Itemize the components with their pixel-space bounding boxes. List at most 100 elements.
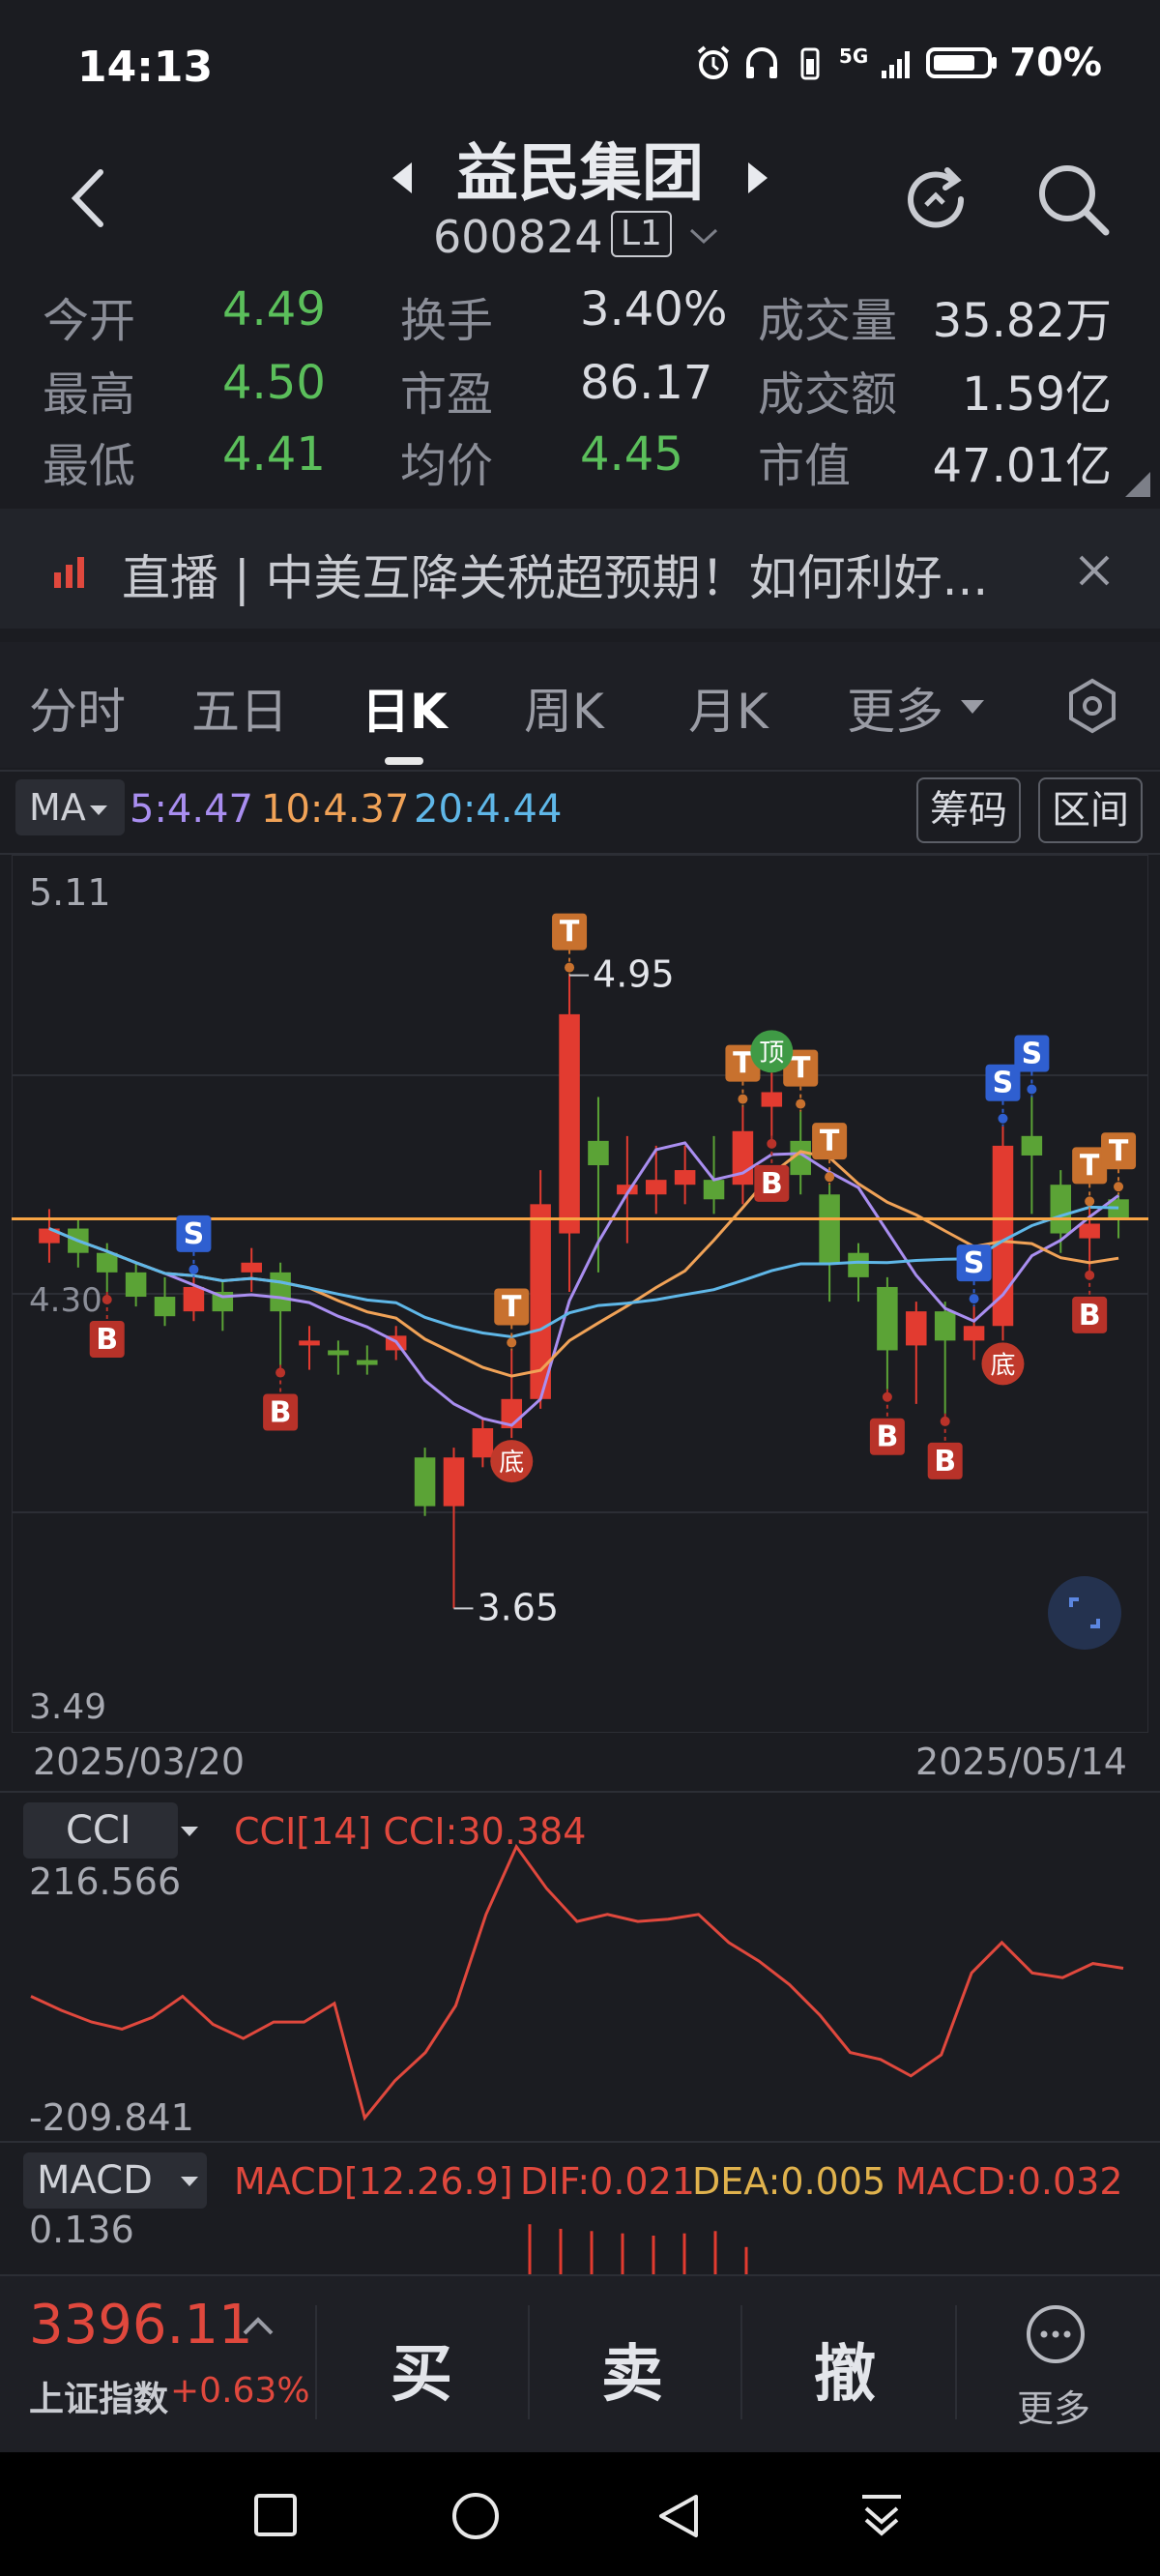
marker-dot [102, 1295, 112, 1304]
candle-body [848, 1252, 869, 1277]
tab-intraday[interactable]: 分时 [29, 673, 126, 743]
buy-button[interactable]: 买 [391, 2325, 452, 2414]
recents-square-icon[interactable] [253, 2493, 298, 2537]
candle-body [183, 1286, 205, 1312]
marker-dot [767, 1138, 777, 1149]
buy-signal-label: B [761, 1167, 783, 1201]
more-label[interactable]: 更多 [1017, 2379, 1090, 2432]
t-signal-label: T [1080, 1149, 1100, 1183]
chevron-up-icon[interactable] [242, 2315, 275, 2336]
range-button[interactable]: 区间 [1038, 777, 1143, 843]
quote-label: 今开 [43, 294, 136, 348]
divider [955, 2305, 957, 2419]
expand-corner-icon[interactable] [1125, 472, 1150, 497]
candle-body [645, 1180, 667, 1195]
candle-body [877, 1286, 898, 1351]
candle-body [154, 1297, 176, 1317]
quote-value: 4.45 [580, 427, 683, 482]
quote-label: 最高 [43, 367, 136, 422]
caret-down-icon[interactable] [959, 698, 986, 716]
close-icon[interactable] [1075, 551, 1114, 590]
marker-dot [1114, 1182, 1124, 1192]
quote-label: 最低 [43, 439, 136, 493]
buy-signal-label: B [934, 1445, 956, 1478]
candle-body [906, 1311, 927, 1346]
back-triangle-icon[interactable] [653, 2491, 704, 2541]
cci-chart [30, 1843, 1124, 2122]
marker-dot [1027, 1084, 1037, 1095]
sell-signal-label: S [993, 1067, 1014, 1100]
candle-body [414, 1457, 436, 1507]
macd-dif: DIF:0.021 [520, 2160, 695, 2203]
t-signal-label: T [502, 1290, 522, 1324]
cancel-order-button[interactable]: 撤 [814, 2325, 876, 2414]
candle-body [1050, 1185, 1072, 1234]
tab-weekly-k[interactable]: 周K [524, 673, 604, 743]
ma10-value: 10:4.37 [261, 787, 410, 832]
tab-five-day[interactable]: 五日 [191, 673, 288, 743]
live-bars-icon [54, 557, 84, 588]
level-badge[interactable]: L1 [611, 211, 672, 257]
status-icons: 5G 70% [694, 41, 1102, 85]
refresh-icon[interactable] [897, 161, 974, 238]
ma20-value: 20:4.44 [414, 787, 563, 832]
tab-monthly-k[interactable]: 月K [688, 673, 768, 743]
chevron-down-icon[interactable] [688, 226, 719, 246]
notification-pull-icon[interactable] [856, 2491, 907, 2541]
divider [528, 2305, 530, 2419]
candle-body [1079, 1223, 1100, 1239]
quote-value: 4.49 [222, 282, 326, 337]
settings-icon[interactable] [1063, 677, 1121, 735]
caret-down-icon[interactable] [89, 805, 108, 816]
candle-body [1021, 1135, 1043, 1156]
marker-dot [188, 1264, 199, 1274]
index-name[interactable]: 上证指数 [29, 2371, 168, 2421]
next-stock-icon[interactable] [744, 159, 771, 197]
more-icon[interactable] [1025, 2303, 1087, 2365]
candle-body [703, 1180, 725, 1200]
macd-value: MACD:0.032 [895, 2160, 1123, 2203]
start-date: 2025/03/20 [33, 1741, 246, 1783]
caret-down-icon[interactable] [180, 2176, 199, 2187]
candle-body [443, 1457, 465, 1507]
candles [39, 975, 1129, 1609]
candle-body [357, 1360, 378, 1365]
search-icon[interactable] [1032, 159, 1114, 240]
candle-body [761, 1092, 783, 1107]
t-signal-label: T [560, 916, 580, 950]
home-circle-icon[interactable] [450, 2491, 501, 2541]
candle-body [963, 1326, 985, 1341]
index-value[interactable]: 3396.11 [29, 2294, 253, 2356]
buy-signal-label: B [270, 1396, 292, 1430]
buy-signal-label: B [96, 1323, 118, 1357]
headphones-icon [745, 47, 777, 78]
news-text[interactable]: 直播 | 中美互降关税超预期！如何利好... [122, 540, 988, 609]
marker-dot [969, 1294, 979, 1304]
marker-dot [1085, 1270, 1095, 1280]
tab-more[interactable]: 更多 [847, 673, 943, 743]
end-date: 2025/05/14 [914, 1741, 1127, 1783]
fullscreen-button[interactable] [1048, 1576, 1121, 1650]
divider [740, 2305, 742, 2419]
candle-body [674, 1170, 696, 1186]
signal-icon [882, 51, 911, 78]
macd-bars [528, 2224, 748, 2274]
sell-button[interactable]: 卖 [601, 2325, 663, 2414]
macd-dea: DEA:0.005 [692, 2160, 886, 2203]
t-signal-label: T [791, 1052, 811, 1086]
chip-button[interactable]: 筹码 [916, 777, 1021, 843]
top-signal-label: 顶 [759, 1039, 784, 1068]
marker-dot [738, 1094, 748, 1104]
tab-daily-k[interactable]: 日K [362, 673, 448, 743]
buy-signal-label: B [876, 1420, 898, 1454]
candle-body [328, 1350, 349, 1356]
kline-chart[interactable]: BSBTTT TTBBBSSST TB底顶底 5.11 3.49 4.30 4.95… [12, 855, 1148, 1733]
candle-body [934, 1311, 956, 1341]
marker-dot [998, 1113, 1008, 1124]
marker-dot [565, 962, 575, 973]
marker-dot [796, 1098, 806, 1109]
candle-body [559, 1013, 580, 1234]
signal-markers: BSBTTT TTBBBSSST TB底顶底 [89, 913, 1137, 1483]
system-nav-bar [0, 2452, 1160, 2576]
quote-value: 86.17 [580, 356, 713, 410]
